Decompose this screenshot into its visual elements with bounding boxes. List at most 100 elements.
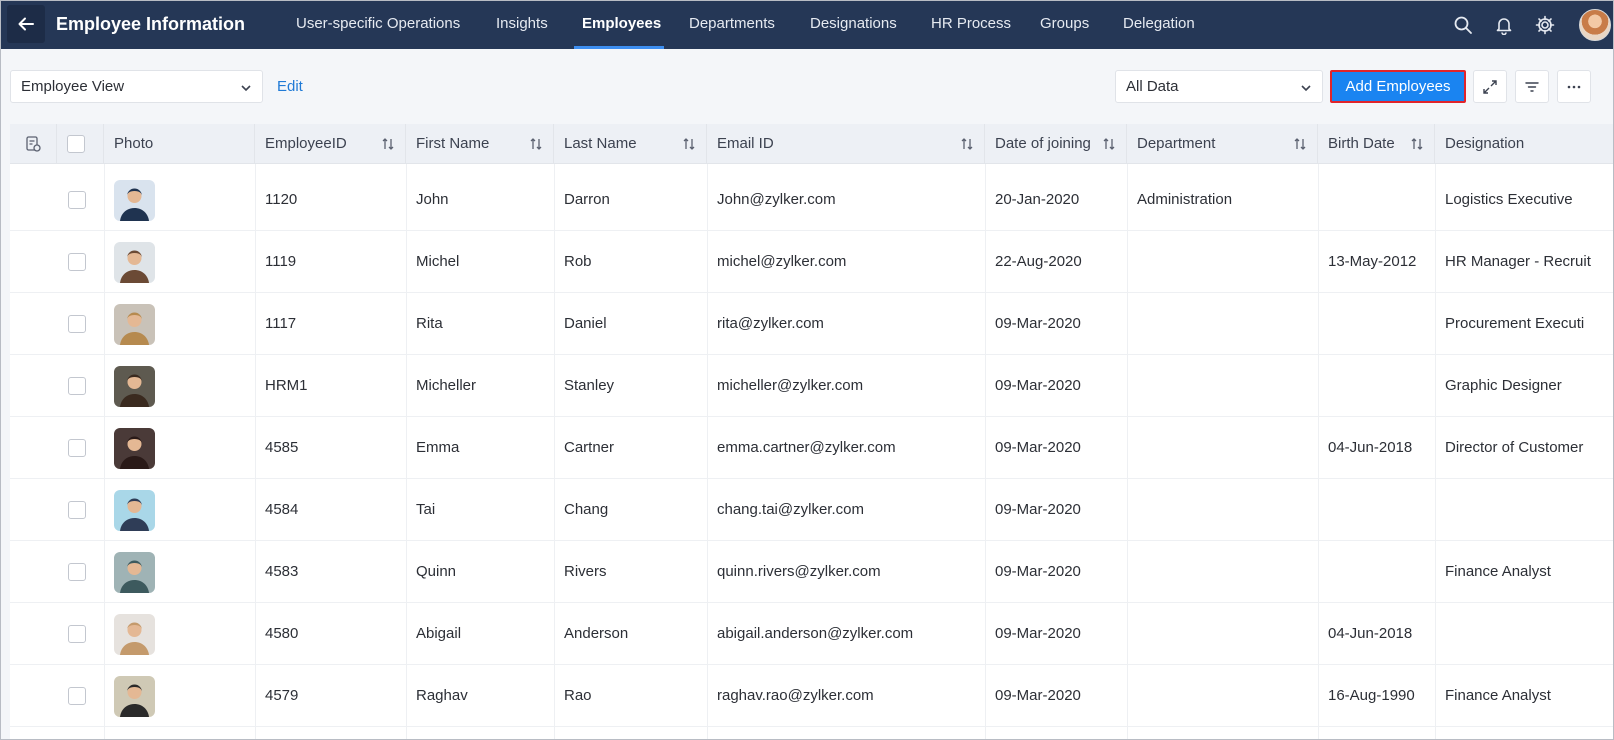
row-checkbox[interactable]	[68, 191, 86, 209]
tab-groups[interactable]: Groups	[1040, 1, 1089, 49]
tab-hr-process[interactable]: HR Process	[931, 1, 1011, 49]
cell-employeeid: 1117	[265, 315, 297, 332]
gear-icon[interactable]	[1533, 13, 1557, 37]
table-header: Photo EmployeeID First Name Last Name Em…	[10, 124, 1613, 164]
app-window: Employee Information User-specific Opera…	[0, 0, 1614, 740]
cell-designation	[1435, 603, 1613, 665]
table-row[interactable]: 4579 Raghav Rao raghav.rao@zylker.com 09-Mar…	[10, 665, 1613, 727]
column-settings[interactable]	[10, 124, 57, 164]
more-horizontal-icon	[1567, 85, 1581, 88]
more-options-button[interactable]	[1557, 70, 1591, 103]
cell-last-name: Rob	[564, 253, 592, 270]
column-header-date-of-joining[interactable]: Date of joining	[985, 124, 1127, 164]
view-select[interactable]: Employee View	[10, 70, 263, 103]
sort-icon[interactable]	[381, 137, 395, 151]
cell-first-name: Rita	[416, 315, 443, 332]
filter-icon	[1525, 81, 1539, 92]
employee-table: Photo EmployeeID First Name Last Name Em…	[10, 124, 1613, 739]
cell-designation: HR Manager - Recruit	[1445, 253, 1591, 270]
row-checkbox[interactable]	[68, 625, 86, 643]
sort-icon[interactable]	[1293, 137, 1307, 151]
tab-employees[interactable]: Employees	[582, 1, 661, 49]
employee-photo	[114, 676, 155, 717]
filter-button[interactable]	[1515, 70, 1549, 103]
column-header-last-name[interactable]: Last Name	[554, 124, 707, 164]
column-header-department[interactable]: Department	[1127, 124, 1318, 164]
cell-first-name: John	[416, 191, 449, 208]
row-checkbox[interactable]	[68, 315, 86, 333]
row-checkbox[interactable]	[68, 253, 86, 271]
user-avatar[interactable]	[1579, 9, 1611, 41]
cell-designation: Finance Analyst	[1445, 563, 1551, 580]
tab-designations[interactable]: Designations	[810, 1, 897, 49]
table-row[interactable]: 4583 Quinn Rivers quinn.rivers@zylker.com 09…	[10, 541, 1613, 603]
row-checkbox[interactable]	[68, 377, 86, 395]
column-header-first-name[interactable]: First Name	[406, 124, 554, 164]
tab-user-specific-operations[interactable]: User-specific Operations	[296, 1, 460, 49]
cell-department	[1127, 603, 1318, 665]
cell-first-name: Abigail	[416, 625, 462, 642]
row-checkbox[interactable]	[68, 687, 86, 705]
cell-birth-date: 16-Aug-1990	[1328, 687, 1415, 704]
sort-icon[interactable]	[960, 137, 974, 151]
cell-designation: Procurement Executi	[1445, 315, 1585, 332]
active-tab-indicator	[574, 46, 664, 49]
cell-first-name: Emma	[416, 439, 460, 456]
cell-last-name: Darron	[564, 191, 610, 208]
cell-date-of-joining: 09-Mar-2020	[995, 439, 1081, 456]
table-row[interactable]: 1117 Rita Daniel rita@zylker.com 09-Mar-2020…	[10, 293, 1613, 355]
employee-photo	[114, 552, 155, 593]
column-header-label: Date of joining	[995, 135, 1091, 152]
sort-icon[interactable]	[1102, 137, 1116, 151]
sort-icon[interactable]	[529, 137, 543, 151]
cell-designation: Graphic Designer	[1445, 377, 1562, 394]
column-header-email-id[interactable]: Email ID	[707, 124, 985, 164]
row-checkbox[interactable]	[68, 563, 86, 581]
select-all-cell	[57, 124, 104, 164]
row-checkbox[interactable]	[68, 501, 86, 519]
row-checkbox[interactable]	[68, 439, 86, 457]
employee-photo	[114, 614, 155, 655]
cell-last-name: Chang	[564, 501, 609, 518]
chevron-down-icon	[1301, 85, 1311, 92]
expand-button[interactable]	[1473, 70, 1507, 103]
tab-insights[interactable]: Insights	[496, 1, 548, 49]
cell-birth-date: 13-May-2012	[1328, 253, 1417, 270]
column-header-label: Birth Date	[1328, 135, 1395, 152]
table-row[interactable]: 4585 Emma Cartner emma.cartner@zylker.com 09…	[10, 417, 1613, 479]
column-header-label: First Name	[416, 135, 490, 152]
cell-department	[1127, 231, 1318, 293]
table-row[interactable]: 1120 John Darron John@zylker.com 20-Jan-2020…	[10, 169, 1613, 231]
table-row[interactable]: 4584 Tai Chang chang.tai@zylker.com 09-Mar-2…	[10, 479, 1613, 541]
search-icon[interactable]	[1451, 13, 1475, 37]
app-title: Employee Information	[56, 14, 246, 34]
back-button[interactable]	[7, 5, 45, 43]
sort-icon[interactable]	[1410, 137, 1424, 151]
add-employees-button[interactable]: Add Employees	[1330, 70, 1466, 103]
cell-email-id: chang.tai@zylker.com	[717, 501, 864, 518]
tab-delegation[interactable]: Delegation	[1123, 1, 1195, 49]
tab-departments[interactable]: Departments	[689, 1, 775, 49]
cell-last-name: Daniel	[564, 315, 607, 332]
table-row[interactable]: HRM1 Micheller Stanley micheller@zylker.com…	[10, 355, 1613, 417]
select-all-checkbox[interactable]	[67, 135, 85, 153]
bell-icon[interactable]	[1492, 13, 1516, 37]
table-row[interactable]: 4580 Abigail Anderson abigail.anderson@zylk…	[10, 603, 1613, 665]
table-row[interactable]: 1119 Michel Rob michel@zylker.com 22-Aug-202…	[10, 231, 1613, 293]
column-header-employeeid[interactable]: EmployeeID	[255, 124, 406, 164]
data-filter-select[interactable]: All Data	[1115, 70, 1323, 103]
cell-first-name: Tai	[416, 501, 436, 518]
cell-last-name: Rivers	[564, 563, 607, 580]
column-header-birth-date[interactable]: Birth Date	[1318, 124, 1435, 164]
cell-birth-date	[1318, 293, 1435, 355]
cell-employeeid: 1120	[265, 191, 298, 208]
cell-department	[1127, 417, 1318, 479]
column-settings-icon	[26, 136, 41, 152]
employee-photo	[114, 366, 155, 407]
cell-date-of-joining: 09-Mar-2020	[995, 377, 1081, 394]
cell-date-of-joining: 20-Jan-2020	[995, 191, 1080, 208]
sort-icon[interactable]	[682, 137, 696, 151]
edit-link[interactable]: Edit	[277, 70, 303, 103]
column-header-designation: Designation	[1445, 135, 1525, 152]
cell-employeeid: 4585	[265, 439, 299, 456]
